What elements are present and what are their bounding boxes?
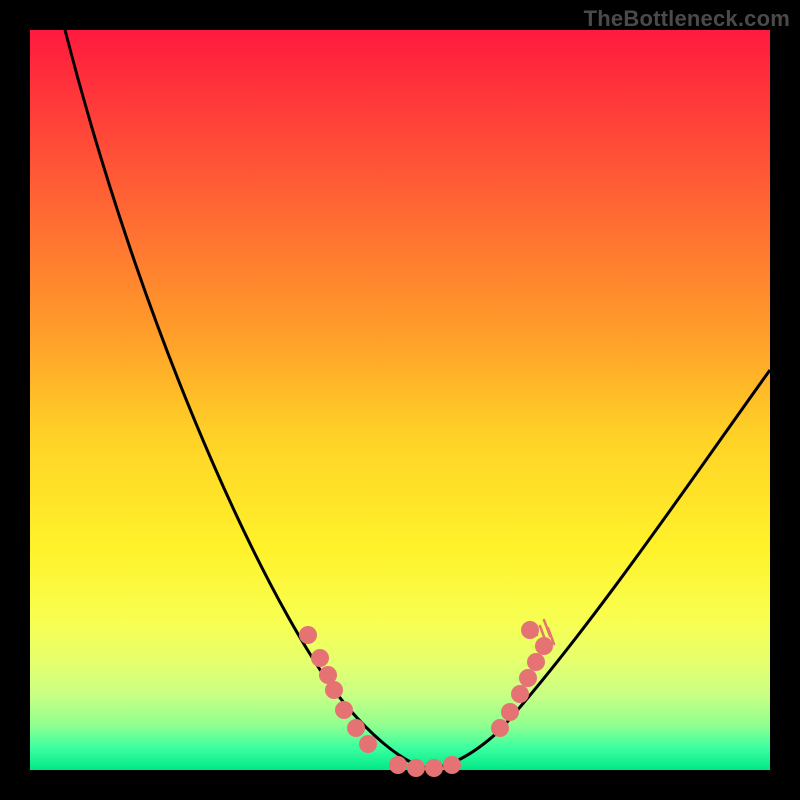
data-point-left-5: [347, 719, 365, 737]
chart-svg: [30, 30, 770, 770]
data-point-right-2: [511, 685, 529, 703]
data-point-left-6: [359, 735, 377, 753]
curve-group: [65, 30, 770, 768]
points-group: [299, 621, 553, 777]
data-point-right-0: [491, 719, 509, 737]
series-left_curve: [65, 30, 430, 768]
series-right_curve: [430, 370, 770, 768]
watermark-text: TheBottleneck.com: [584, 6, 790, 32]
data-point-bottom-1: [407, 759, 425, 777]
data-point-left-1: [311, 649, 329, 667]
data-point-right-3: [519, 669, 537, 687]
data-point-bottom-2: [425, 759, 443, 777]
data-point-left-0: [299, 626, 317, 644]
chart-frame: TheBottleneck.com: [0, 0, 800, 800]
data-point-right-1: [501, 703, 519, 721]
plot-area: [30, 30, 770, 770]
data-point-left-4: [335, 701, 353, 719]
data-point-right-5: [535, 637, 553, 655]
data-point-left-3: [325, 681, 343, 699]
data-point-bottom-3: [443, 756, 461, 774]
data-point-right-4: [527, 653, 545, 671]
data-point-right-6: [521, 621, 539, 639]
data-point-bottom-0: [389, 756, 407, 774]
